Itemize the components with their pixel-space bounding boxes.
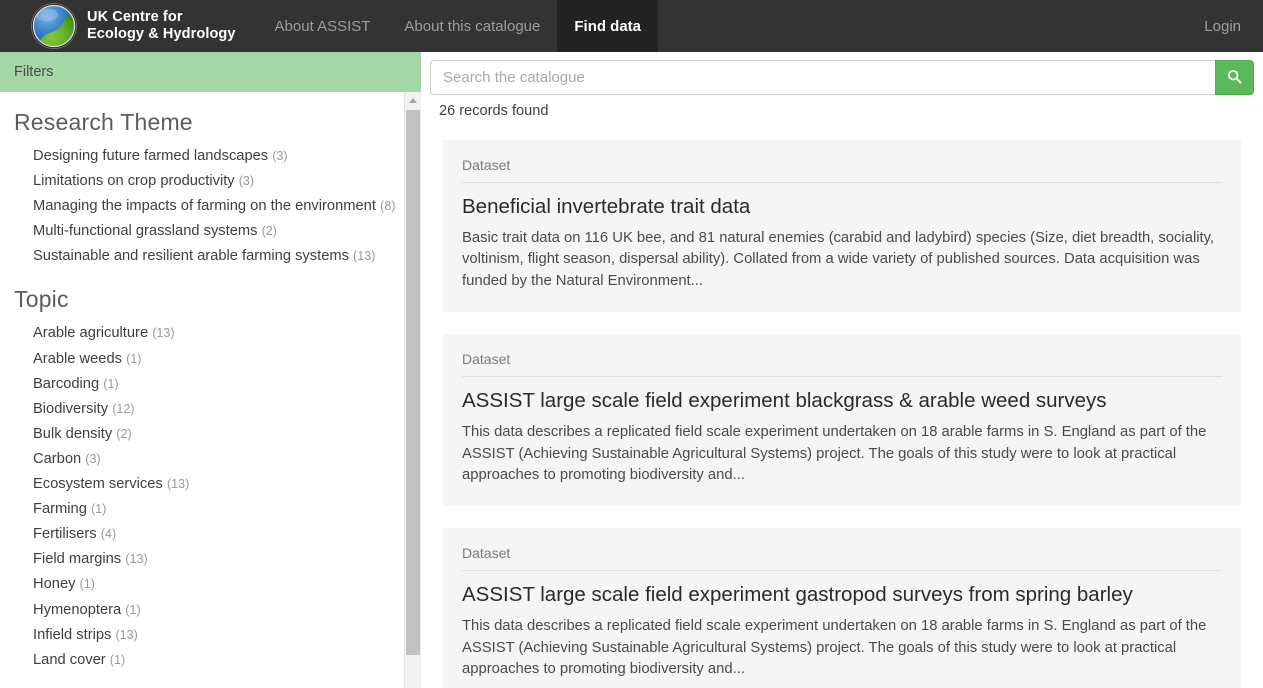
search-input[interactable] [430,60,1215,95]
facet-title-topic: Topic [14,286,69,313]
facet-item-count: (1) [125,602,141,617]
brand-logo-link[interactable]: UK Centre for Ecology & Hydrology [32,4,236,48]
facet-item-label: Land cover [33,651,106,668]
facet-item-count: (13) [115,627,138,642]
result-description: This data describes a replicated field s… [462,424,1207,484]
facet-item-label: Sustainable and resilient arable farming… [33,248,349,265]
facet-item-count: (8) [380,199,396,214]
facet-item-biodiversity[interactable]: Biodiversity (12) [33,397,404,422]
nav-item-about-this-catalogue[interactable]: About this catalogue [387,0,557,52]
facet-item-label: Infield strips [33,626,112,643]
brand-line-2: Ecology & Hydrology [87,26,236,42]
search-icon [1227,69,1242,87]
facet-item-label: Carbon [33,450,82,467]
facet-item-hymenoptera[interactable]: Hymenoptera (1) [33,598,404,623]
filters-bar: Filters [0,52,421,92]
facet-item-label: Bulk density [33,425,113,442]
search-bar [430,60,1254,95]
result-title-link[interactable]: ASSIST large scale field experiment blac… [462,388,1222,413]
facet-item-count: (3) [272,149,288,163]
facet-item-count: (1) [79,577,95,592]
facet-item-label: Honey [33,576,76,593]
site-header: UK Centre for Ecology & Hydrology About … [0,0,1263,52]
brand-name: UK Centre for Ecology & Hydrology [87,9,236,43]
facet-item-label: Field margins [33,551,122,568]
search-button[interactable] [1215,60,1254,95]
facet-item-count: (1) [126,351,142,366]
facet-list-research-theme: Designing future farmed landscapes (3) L… [14,144,404,269]
facet-item-arable-agriculture[interactable]: Arable agriculture (13) [33,321,404,346]
facet-item-count: (13) [152,326,175,341]
facet-item-field-margins[interactable]: Field margins (13) [33,547,404,572]
login-link[interactable]: Login [1204,18,1241,35]
facet-item-label: Limitations on crop productivity [33,173,235,190]
sidebar-scrollbar[interactable] [404,92,421,688]
facet-item-label: Designing future farmed landscapes [33,148,269,164]
result-description: Basic trait data on 116 UK bee, and 81 n… [462,230,1215,289]
facet-item-designing-future-farmed-landscapes[interactable]: Designing future farmed landscapes (3) [33,144,404,169]
facet-item-label: Arable weeds [33,350,122,367]
facet-item-label: Arable agriculture [33,325,149,342]
result-description: This data describes a replicated field s… [462,618,1207,678]
facet-item-label: Multi-functional grassland systems [33,223,258,240]
ukceh-globe-logo-icon [32,4,76,48]
result-title-link[interactable]: ASSIST large scale field experiment gast… [462,582,1222,607]
facet-item-count: (1) [109,652,126,667]
facet-item-managing-the-impacts-of-farming-on-the-environment[interactable]: Managing the impacts of farming on the e… [33,194,404,219]
facet-item-carbon[interactable]: Carbon (3) [33,447,404,472]
facet-item-count: (13) [166,477,190,492]
facet-item-count: (13) [353,249,376,264]
facet-item-label: Biodiversity [33,400,109,417]
filters-bar-label: Filters [14,64,54,80]
facet-item-label: Managing the impacts of farming on the e… [33,198,376,215]
main-content: 26 records found Dataset Beneficial inve… [421,52,1263,688]
facet-item-count: (3) [238,174,255,189]
result-card[interactable]: Dataset ASSIST large scale field experim… [443,334,1241,507]
result-type-label: Dataset [462,545,1222,572]
facet-item-sustainable-and-resilient-arable-farming-systems[interactable]: Sustainable and resilient arable farming… [33,244,404,269]
facet-item-label: Hymenoptera [33,601,122,618]
facet-item-farming[interactable]: Farming (1) [33,497,404,522]
facet-item-land-cover[interactable]: Land cover (1) [33,648,404,673]
result-type-label: Dataset [462,351,1222,378]
facet-title-research-theme: Research Theme [14,109,193,135]
facet-item-limitations-on-crop-productivity[interactable]: Limitations on crop productivity (3) [33,169,404,194]
scrollbar-thumb[interactable] [406,110,420,655]
nav-item-find-data[interactable]: Find data [557,0,659,52]
facet-list-topic: Arable agriculture (13) Arable weeds (1)… [14,321,404,672]
records-found-count: 26 records found [439,103,549,119]
facet-item-honey[interactable]: Honey (1) [33,572,404,597]
facet-item-label: Fertilisers [33,526,97,543]
facet-item-bulk-density[interactable]: Bulk density (2) [33,422,404,447]
facet-item-infield-strips[interactable]: Infield strips (13) [33,623,404,648]
brand-line-1: UK Centre for [87,9,183,25]
facet-item-count: (4) [100,527,117,542]
result-title-link[interactable]: Beneficial invertebrate trait data [462,194,1222,219]
facet-item-arable-weeds[interactable]: Arable weeds (1) [33,347,404,372]
result-card[interactable]: Dataset ASSIST large scale field experim… [443,528,1241,688]
nav-item-about-assist[interactable]: About ASSIST [258,0,388,52]
facet-item-label: Farming [33,501,87,518]
facet-item-count: (2) [116,426,132,441]
facet-item-count: (12) [112,401,135,416]
facet-item-ecosystem-services[interactable]: Ecosystem services (13) [33,472,404,497]
scrollbar-up-button[interactable] [405,92,421,109]
facet-item-count: (1) [90,502,107,517]
facet-item-multi-functional-grassland-systems[interactable]: Multi-functional grassland systems (2) [33,219,404,244]
facet-item-label: Barcoding [33,375,100,392]
chevron-up-icon [409,98,417,103]
facet-item-barcoding[interactable]: Barcoding (1) [33,372,404,397]
facet-item-count: (3) [85,451,101,466]
filters-sidebar: Research Theme Designing future farmed l… [0,92,404,688]
main-navigation: About ASSIST About this catalogue Find d… [258,0,659,52]
facet-item-count: (1) [103,376,119,391]
facet-item-count: (13) [125,552,148,567]
result-card[interactable]: Dataset Beneficial invertebrate trait da… [443,140,1241,313]
results-list: Dataset Beneficial invertebrate trait da… [421,140,1263,688]
result-type-label: Dataset [462,157,1222,183]
facet-item-count: (2) [261,224,277,239]
facet-item-label: Ecosystem services [33,476,163,493]
facet-item-fertilisers[interactable]: Fertilisers (4) [33,522,404,547]
